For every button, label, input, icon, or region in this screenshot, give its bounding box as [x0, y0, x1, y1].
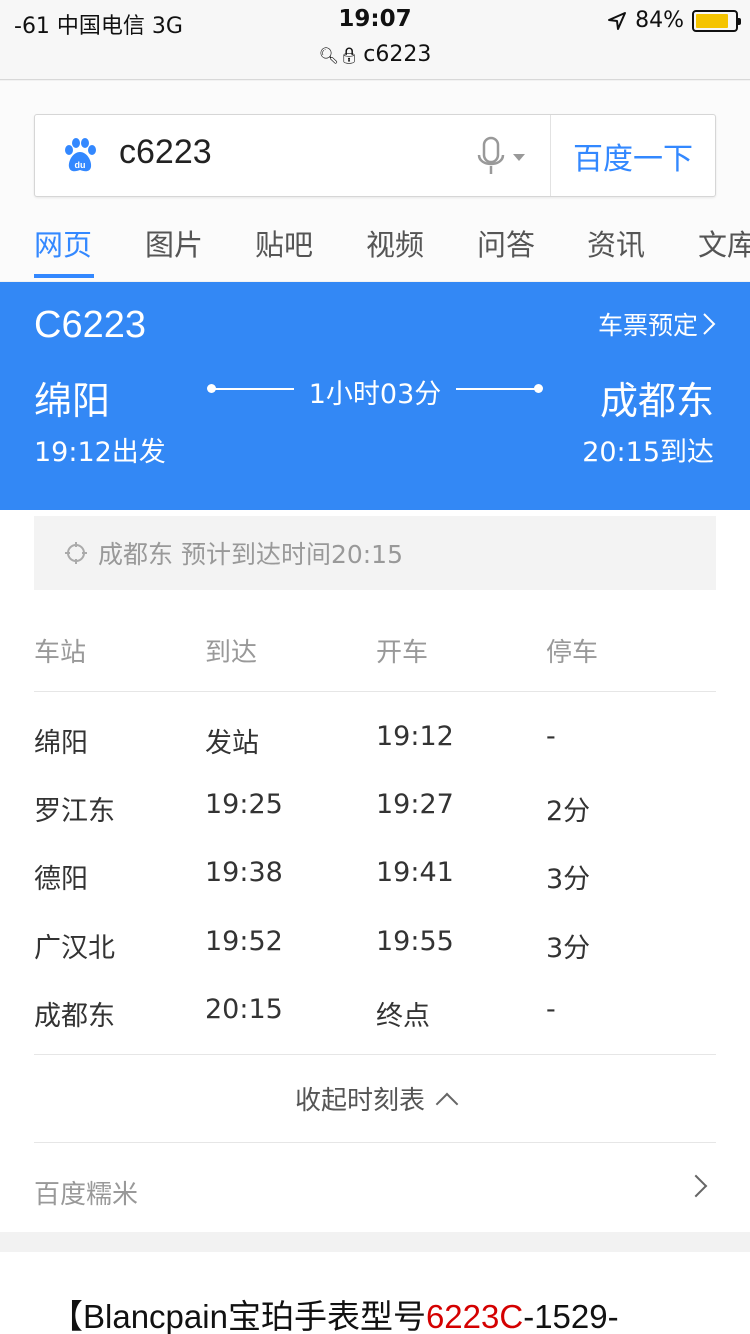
station-name: 绵阳	[34, 728, 88, 759]
depart-time: 19:27	[376, 789, 454, 820]
stop-duration: -	[546, 994, 556, 1025]
stop-duration: -	[546, 721, 556, 752]
col-header-stop: 停车	[546, 638, 599, 668]
nuomi-link[interactable]: 百度糯米	[34, 1174, 138, 1211]
result-title-suffix: -1529-	[523, 1298, 619, 1334]
divider	[34, 1054, 716, 1055]
table-row: 成都东 20:15 终点 -	[0, 994, 750, 1054]
table-row: 罗江东 19:25 19:27 2分	[0, 789, 750, 849]
col-header-depart: 开车	[376, 638, 429, 668]
table-row: 德阳 19:38 19:41 3分	[0, 857, 750, 917]
arrive-time: 19:25	[205, 789, 283, 820]
arrive-time: 发站	[205, 728, 259, 759]
result-title[interactable]: 【Blancpain宝珀手表型号6223C-1529-	[50, 1290, 619, 1334]
search-result[interactable]: 【Blancpain宝珀手表型号6223C-1529-	[0, 1252, 750, 1334]
station-name: 德阳	[34, 864, 88, 895]
arrival-time: 20:15到达	[582, 437, 714, 468]
battery-icon	[692, 9, 741, 32]
tab-wenku[interactable]: 文库	[698, 222, 750, 264]
tab-news[interactable]: 资讯	[587, 222, 645, 264]
section-gap	[0, 1232, 750, 1252]
stop-duration: 3分	[546, 864, 591, 895]
chevron-right-icon[interactable]	[684, 1174, 708, 1198]
tab-tieba[interactable]: 贴吧	[255, 222, 313, 264]
chevron-right-icon	[703, 313, 716, 335]
departure-station: 绵阳	[34, 379, 111, 423]
table-row: 广汉北 19:52 19:55 3分	[0, 926, 750, 986]
train-number: C6223	[34, 304, 146, 346]
tab-qa[interactable]: 问答	[477, 222, 535, 264]
col-header-station: 车站	[34, 638, 87, 668]
departure-time: 19:12出发	[34, 437, 166, 468]
address-bar[interactable]: 🔍︎🔒︎ c6223	[0, 42, 750, 67]
trip-duration: 1小时03分	[308, 379, 442, 410]
crosshair-icon	[65, 542, 87, 564]
depart-time: 终点	[376, 1001, 430, 1032]
divider	[34, 1142, 716, 1143]
col-header-arrive: 到达	[205, 638, 258, 668]
search-button[interactable]: 百度一下	[550, 115, 715, 196]
svg-text:du: du	[75, 160, 86, 170]
status-bar: -61 中国电信 3G 19:07 🔍︎🔒︎ c6223 84%	[0, 0, 750, 80]
route-line	[456, 388, 540, 390]
battery-percent: 84%	[635, 8, 684, 33]
route-dot	[534, 384, 543, 393]
status-right: 84%	[607, 8, 741, 33]
location-arrow-icon	[608, 11, 627, 30]
book-ticket-label: 车票预定	[597, 311, 698, 340]
arrive-time: 19:52	[205, 926, 283, 957]
stop-duration: 3分	[546, 933, 591, 964]
book-ticket-link[interactable]: 车票预定	[598, 306, 716, 342]
collapse-timetable-label: 收起时刻表	[294, 1086, 425, 1116]
collapse-timetable-button[interactable]: 收起时刻表	[0, 1080, 750, 1117]
stop-duration: 2分	[546, 796, 591, 827]
tab-web[interactable]: 网页	[34, 222, 92, 264]
search-box: du c6223 百度一下	[34, 114, 716, 197]
arrival-notice: 成都东 预计到达时间20:15	[34, 516, 716, 590]
chevron-up-icon	[435, 1092, 459, 1116]
result-title-prefix: 【Blancpain宝珀手表型号	[50, 1298, 426, 1334]
search-lock-icon: 🔍︎🔒︎	[318, 46, 360, 65]
timetable-panel: 成都东 预计到达时间20:15 车站 到达 开车 停车 绵阳 发站 19:12 …	[0, 510, 750, 1232]
tab-images[interactable]: 图片	[145, 222, 203, 264]
arrive-time: 20:15	[205, 994, 283, 1025]
depart-time: 19:55	[376, 926, 454, 957]
result-title-highlight: 6223C	[425, 1298, 524, 1334]
table-row: 绵阳 发站 19:12 -	[0, 721, 750, 781]
station-name: 罗江东	[34, 796, 115, 827]
search-header: du c6223 百度一下 网页 图片 贴吧 视频 问答 资讯 文库	[0, 81, 750, 281]
station-name: 成都东	[34, 1001, 115, 1032]
station-name: 广汉北	[34, 933, 115, 964]
depart-time: 19:41	[376, 857, 454, 888]
search-tabs: 网页 图片 贴吧 视频 问答 资讯 文库	[0, 218, 750, 280]
depart-time: 19:12	[376, 721, 454, 752]
microphone-icon[interactable]	[475, 135, 529, 179]
divider	[34, 691, 716, 692]
train-card: C6223 车票预定 绵阳 成都东 1小时03分 19:12出发 20:15到达	[0, 282, 750, 510]
search-input[interactable]: c6223	[119, 133, 212, 172]
arrival-station: 成都东	[599, 379, 714, 423]
address-text: c6223	[363, 42, 432, 67]
baidu-paw-icon: du	[65, 138, 96, 172]
route-line	[210, 388, 294, 390]
tab-video[interactable]: 视频	[366, 222, 424, 264]
arrive-time: 19:38	[205, 857, 283, 888]
arrival-notice-text: 成都东 预计到达时间20:15	[98, 540, 403, 569]
active-tab-indicator	[34, 274, 94, 278]
